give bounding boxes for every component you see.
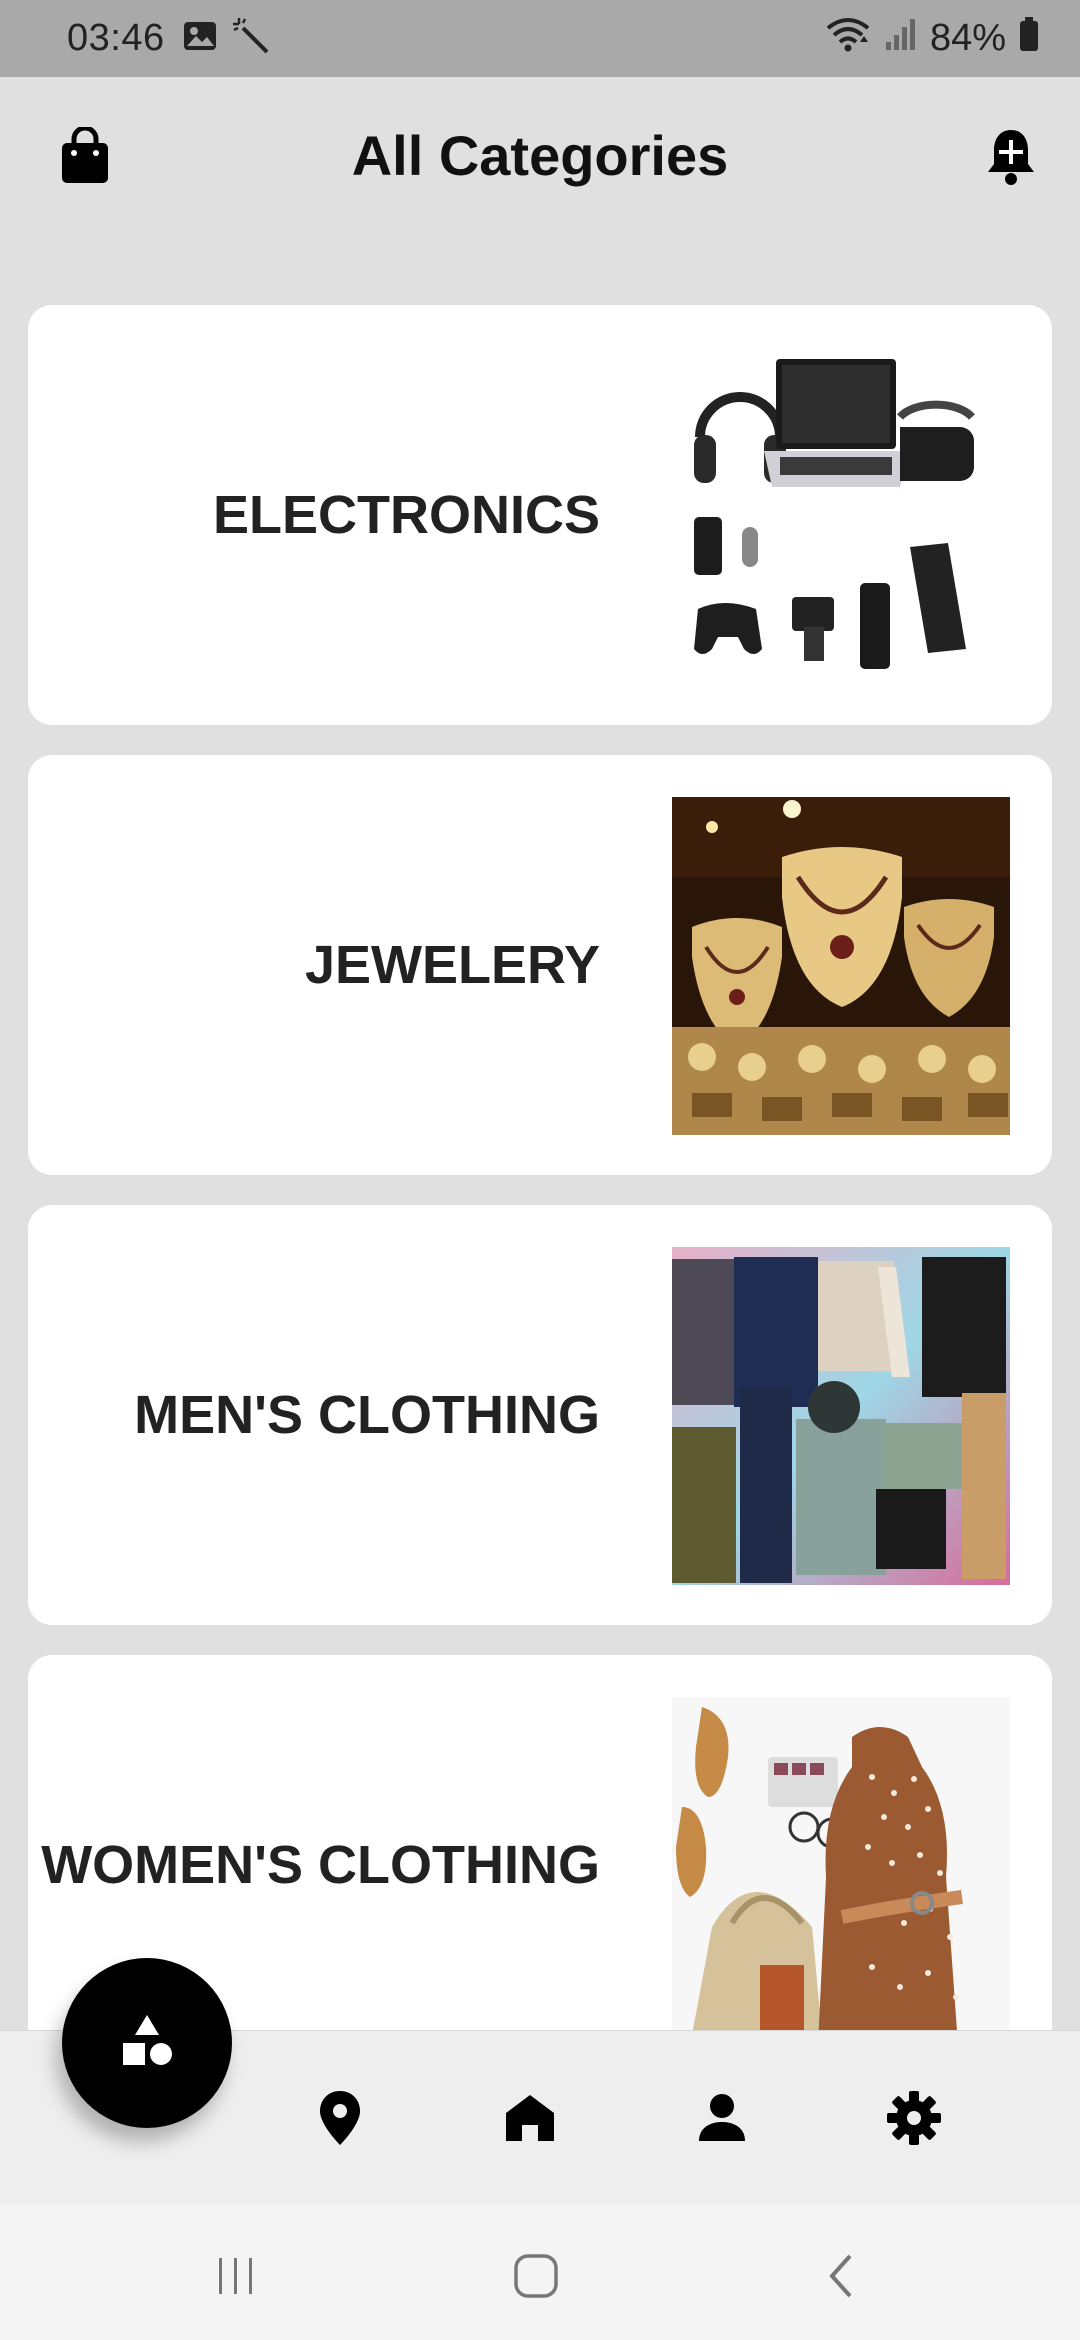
status-notification-icons: [183, 16, 271, 61]
person-icon[interactable]: [690, 2086, 754, 2150]
category-card-jewelery[interactable]: JEWELERY: [28, 755, 1052, 1175]
mens-clothing-image: [672, 1247, 1010, 1585]
categories-fab[interactable]: [62, 1958, 232, 2128]
location-pin-icon[interactable]: [308, 2086, 372, 2150]
shapes-icon: [117, 2011, 177, 2076]
gear-icon[interactable]: [882, 2086, 946, 2150]
womens-clothing-image: [672, 1697, 1010, 2035]
electronics-image: [672, 347, 1010, 685]
page-title: All Categories: [351, 123, 729, 187]
battery-percent: 84%: [929, 17, 1006, 59]
status-time: 03:46: [67, 17, 165, 59]
system-home-icon[interactable]: [506, 2246, 566, 2306]
signal-icon: [884, 16, 918, 62]
status-bar: 03:46 84%: [0, 0, 1080, 77]
category-label: WOMEN'S CLOTHING: [41, 1835, 600, 1895]
category-card-mens-clothing[interactable]: MEN'S CLOTHING: [28, 1205, 1052, 1625]
system-navigation-bar: [0, 2204, 1080, 2340]
gallery-icon: [183, 21, 217, 56]
app-header: All Categories: [0, 77, 1080, 233]
category-label: MEN'S CLOTHING: [134, 1385, 600, 1445]
recents-icon[interactable]: [206, 2246, 266, 2306]
back-icon[interactable]: [812, 2246, 872, 2306]
home-icon[interactable]: [498, 2086, 562, 2150]
battery-icon: [1018, 16, 1040, 62]
jewelery-image: [672, 797, 1010, 1135]
shopping-bag-icon[interactable]: [56, 127, 114, 185]
category-label: ELECTRONICS: [212, 485, 600, 545]
category-label: JEWELERY: [304, 935, 600, 995]
category-list: ELECTRONICS JEWELERY MEN'S CLOTHING WOME…: [28, 305, 1052, 2105]
category-card-electronics[interactable]: ELECTRONICS: [28, 305, 1052, 725]
status-system-icons: 84%: [824, 14, 1040, 64]
magic-wand-icon: [231, 16, 271, 61]
wifi-icon: [824, 14, 872, 64]
notification-bell-icon[interactable]: [982, 127, 1040, 185]
